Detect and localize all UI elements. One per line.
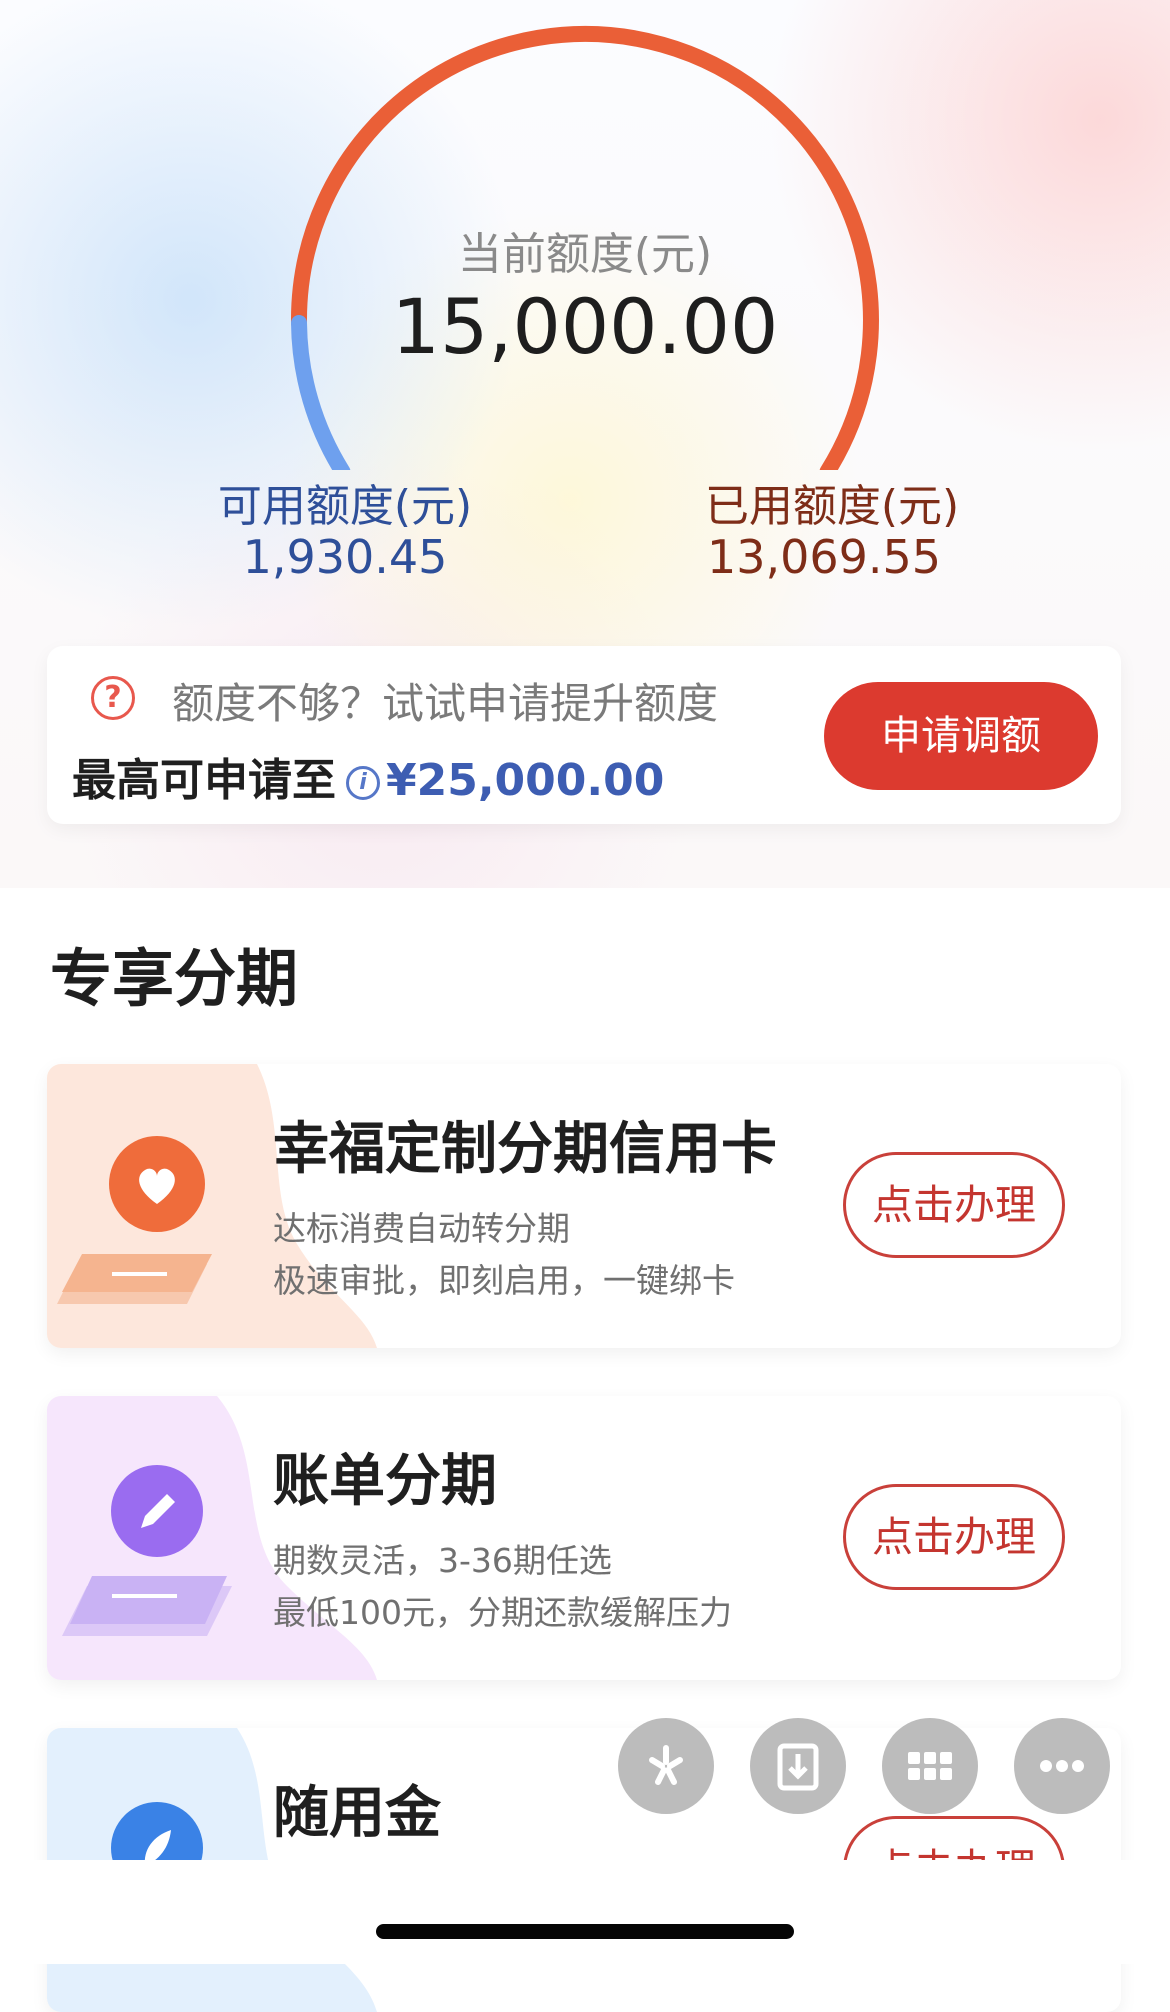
- download-icon[interactable]: [750, 1718, 846, 1814]
- apply-adjust-button[interactable]: 申请调额: [824, 682, 1098, 790]
- product-desc-1: 期数灵活，3-36期任选: [273, 1541, 612, 1580]
- apply-now-button[interactable]: 点击办理: [843, 1152, 1065, 1258]
- question-icon[interactable]: ?: [91, 676, 135, 720]
- used-limit-value: 13,069.55: [706, 530, 942, 584]
- limit-increase-prompt: 额度不够？试试申请提升额度: [172, 679, 719, 728]
- max-limit-row: 最高可申请至 i ¥25,000.00: [72, 744, 664, 808]
- pencil-icon: [62, 1465, 232, 1636]
- product-title: 账单分期: [273, 1449, 497, 1514]
- grid-icon[interactable]: [882, 1718, 978, 1814]
- product-title: 幸福定制分期信用卡: [273, 1117, 777, 1182]
- home-indicator: [376, 1924, 794, 1939]
- info-icon[interactable]: i: [346, 766, 380, 800]
- product-card[interactable]: 幸福定制分期信用卡 达标消费自动转分期 极速审批，即刻启用，一键绑卡 点击办理: [47, 1064, 1121, 1348]
- product-desc-2: 最低100元，分期还款缓解压力: [273, 1593, 732, 1632]
- product-card[interactable]: 账单分期 期数灵活，3-36期任选 最低100元，分期还款缓解压力 点击办理: [47, 1396, 1121, 1680]
- current-limit-label: 当前额度(元): [457, 229, 713, 280]
- used-limit-label: 已用额度(元): [704, 481, 960, 532]
- apply-now-button[interactable]: 点击办理: [843, 1484, 1065, 1590]
- product-desc-2: 极速审批，即刻启用，一键绑卡: [273, 1261, 735, 1300]
- sparkle-icon[interactable]: [618, 1718, 714, 1814]
- bottom-safe-area: [0, 1860, 1170, 1964]
- current-limit-value: 15,000.00: [391, 282, 779, 371]
- max-limit-value: ¥25,000.00: [386, 755, 665, 806]
- max-limit-label: 最高可申请至: [72, 755, 336, 806]
- heart-icon: [57, 1136, 212, 1304]
- available-limit-value: 1,930.45: [242, 530, 448, 584]
- gauge-available-arc: [291, 315, 351, 470]
- product-title: 随用金: [273, 1781, 441, 1846]
- more-icon[interactable]: [1014, 1718, 1110, 1814]
- section-title: 专享分期: [50, 942, 299, 1015]
- available-limit-label: 可用额度(元): [217, 481, 473, 532]
- product-desc-1: 达标消费自动转分期: [273, 1209, 570, 1248]
